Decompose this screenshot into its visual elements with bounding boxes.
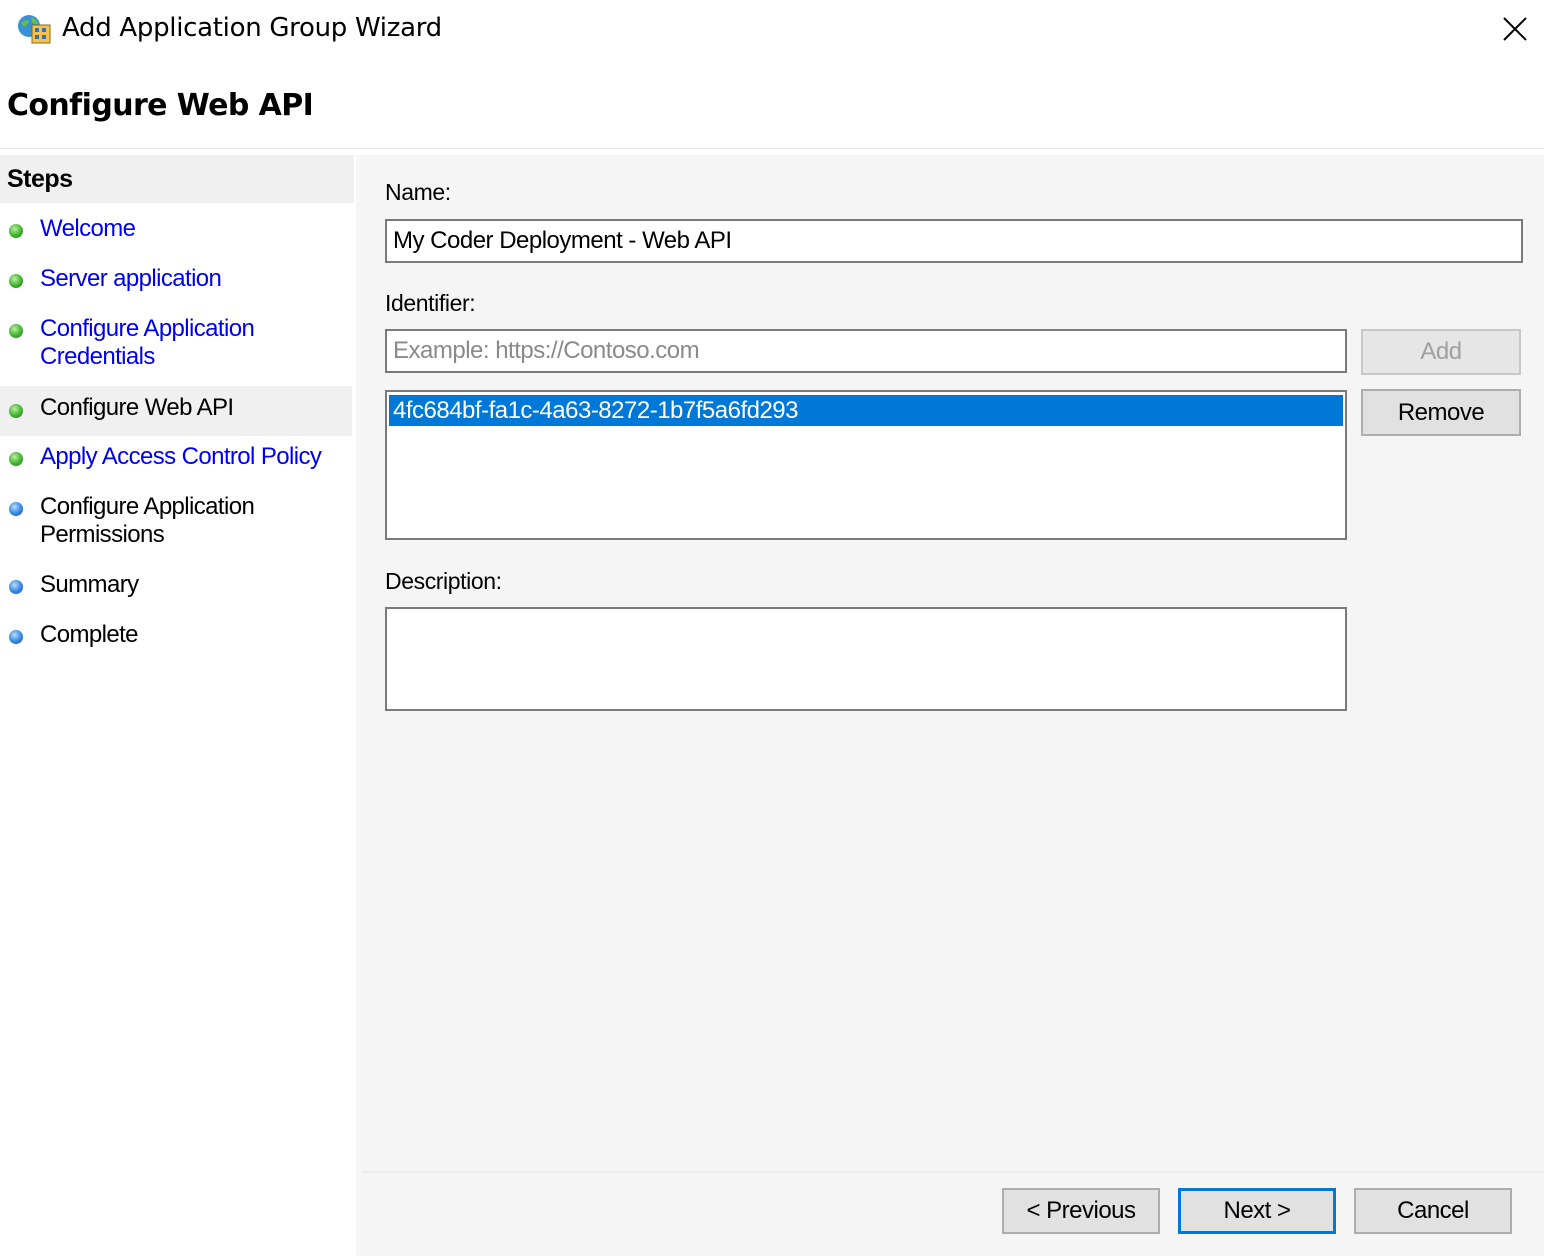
next-button[interactable]: Next > xyxy=(1178,1188,1336,1234)
step-label-line1: Configure Application xyxy=(40,493,255,520)
step-label[interactable]: Apply Access Control Policy xyxy=(40,443,322,471)
cancel-button[interactable]: Cancel xyxy=(1354,1188,1512,1234)
step-pending-icon xyxy=(9,630,23,644)
window-title: Add Application Group Wizard xyxy=(62,13,442,43)
step-label: Complete xyxy=(40,621,139,648)
add-button[interactable]: Add xyxy=(1361,329,1521,375)
previous-button[interactable]: < Previous xyxy=(1002,1188,1160,1234)
remove-button[interactable]: Remove xyxy=(1361,389,1521,436)
step-welcome[interactable]: Welcome xyxy=(0,213,352,247)
step-label[interactable]: Server application xyxy=(40,265,222,293)
step-complete-icon xyxy=(9,274,23,288)
step-configure-application-credentials[interactable]: Configure Application Credentials xyxy=(0,313,352,373)
step-configure-application-permissions: Configure Application Permissions xyxy=(0,491,352,551)
name-label: Name: xyxy=(385,179,451,205)
header-divider xyxy=(0,148,1544,149)
step-label-line2[interactable]: Credentials xyxy=(40,343,155,371)
step-complete-icon xyxy=(9,452,23,466)
step-pending-icon xyxy=(9,502,23,516)
steps-header: Steps xyxy=(0,155,354,203)
identifier-list-item-selected[interactable]: 4fc684bf-fa1c-4a63-8272-1b7f5a6fd293 xyxy=(389,395,1343,426)
step-complete: Complete xyxy=(0,619,352,653)
step-pending-icon xyxy=(9,580,23,594)
step-apply-access-control-policy[interactable]: Apply Access Control Policy xyxy=(0,441,352,475)
step-configure-web-api: Configure Web API xyxy=(0,386,352,436)
step-summary: Summary xyxy=(0,569,352,603)
footer-divider xyxy=(361,1171,1544,1173)
steps-sidebar: Steps Welcome Server application Configu… xyxy=(0,155,354,1256)
close-button[interactable] xyxy=(1490,4,1540,54)
description-textarea[interactable] xyxy=(385,607,1347,711)
step-label: Configure Web API xyxy=(40,394,234,421)
name-input[interactable] xyxy=(385,219,1523,263)
identifier-label: Identifier: xyxy=(385,290,476,316)
description-label: Description: xyxy=(385,568,502,594)
step-label[interactable]: Welcome xyxy=(40,215,136,243)
step-complete-icon xyxy=(9,224,23,238)
close-icon xyxy=(1503,17,1527,41)
main-panel: Name: Identifier: Add 4fc684bf-fa1c-4a63… xyxy=(361,155,1544,1256)
steps-header-label: Steps xyxy=(7,165,73,193)
step-label-line1[interactable]: Configure Application xyxy=(40,315,255,343)
step-label: Summary xyxy=(40,571,139,598)
identifier-list[interactable]: 4fc684bf-fa1c-4a63-8272-1b7f5a6fd293 xyxy=(385,390,1347,540)
page-title: Configure Web API xyxy=(7,88,314,123)
title-bar: Add Application Group Wizard xyxy=(0,0,1544,60)
application-group-icon xyxy=(18,15,51,44)
step-server-application[interactable]: Server application xyxy=(0,263,352,297)
step-current-icon xyxy=(9,404,23,418)
step-complete-icon xyxy=(9,324,23,338)
identifier-input[interactable] xyxy=(385,329,1347,373)
step-label-line2: Permissions xyxy=(40,521,165,548)
